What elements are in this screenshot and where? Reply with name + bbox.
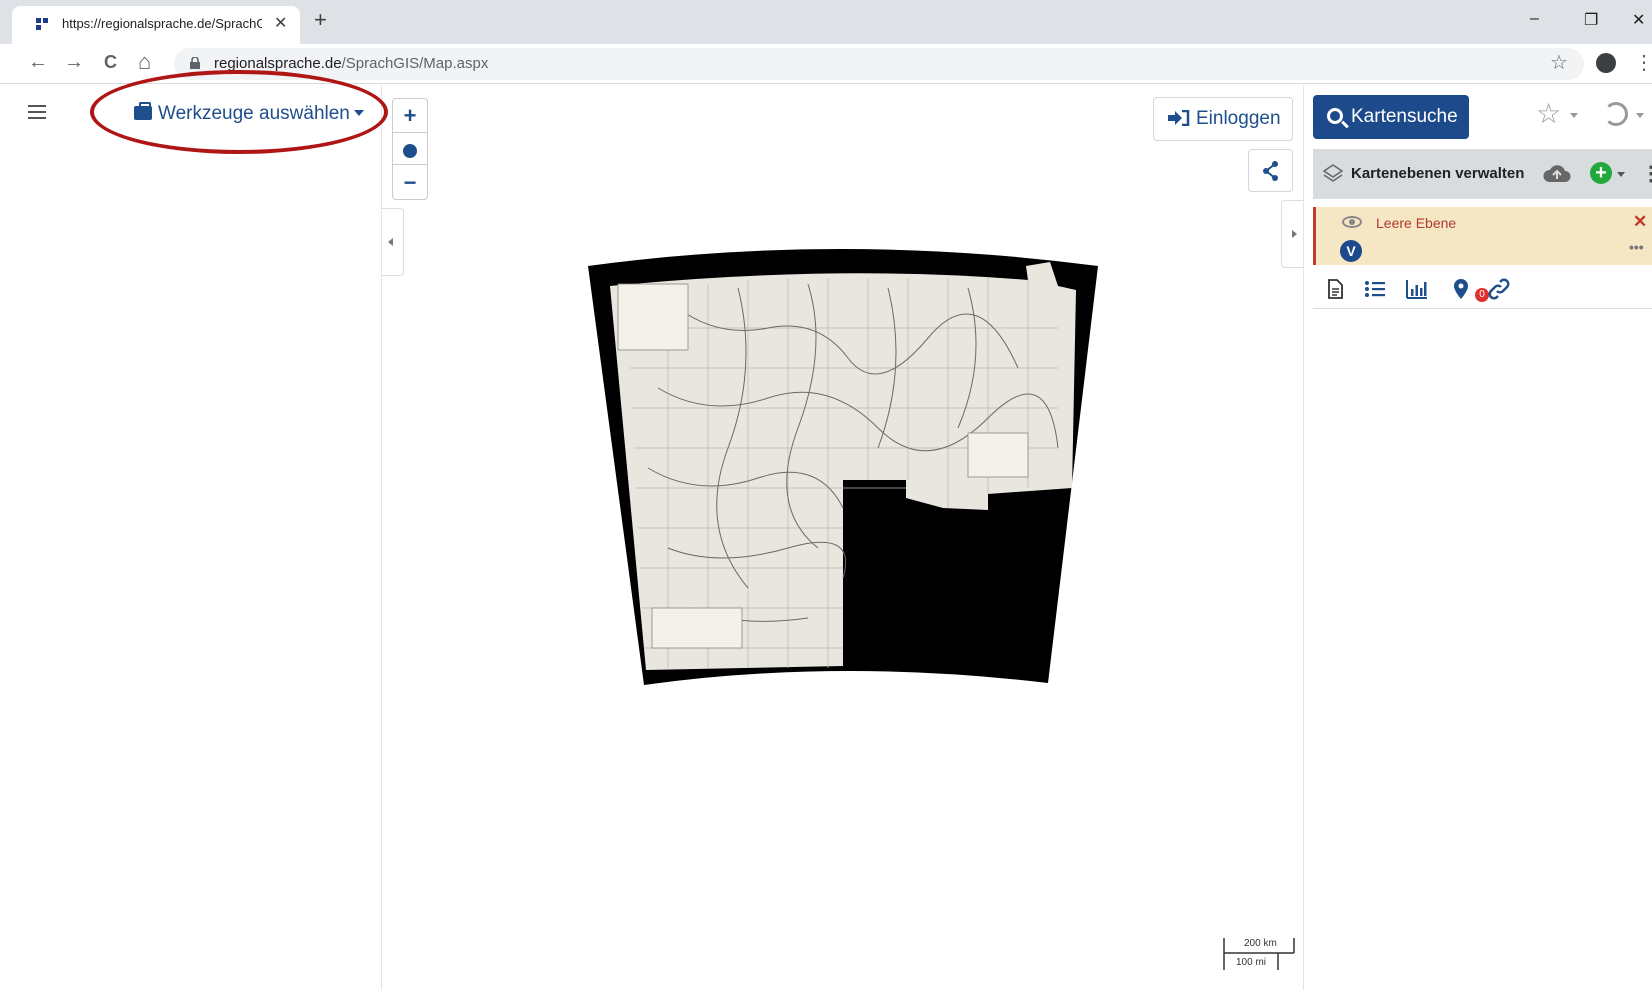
browser-tabstrip: https://regionalsprache.de/SprachGIS/Map… [0, 0, 1652, 44]
scale-bar: 200 km 100 mi [1222, 936, 1296, 972]
eye-icon[interactable] [1342, 216, 1362, 228]
layer-name: Leere Ebene [1376, 215, 1457, 231]
map-inset-box [967, 432, 1029, 478]
layer-item[interactable]: Leere Ebene ✕ V ••• [1313, 207, 1652, 265]
layers-header: Kartenebenen verwalten + ⋮ [1313, 149, 1652, 199]
profile-avatar-icon[interactable] [1596, 53, 1616, 73]
site-favicon-icon [36, 18, 52, 34]
cloud-upload-icon[interactable] [1543, 163, 1571, 183]
home-button[interactable]: ⌂ [138, 51, 151, 73]
scale-label-mi: 100 mi [1236, 957, 1267, 968]
browser-tab[interactable]: https://regionalsprache.de/SprachGIS/Map… [12, 6, 300, 44]
layer-type-badge: V [1340, 240, 1362, 262]
remove-layer-icon[interactable]: ✕ [1633, 212, 1647, 232]
document-icon[interactable] [1323, 277, 1347, 301]
url-path: /SprachGIS/Map.aspx [341, 55, 489, 72]
reload-button[interactable]: C [104, 52, 117, 72]
caret-down-icon[interactable] [1570, 113, 1578, 118]
caret-down-icon[interactable] [1636, 113, 1644, 118]
close-window-button[interactable]: ✕ [1632, 10, 1645, 30]
share-button[interactable] [1248, 149, 1293, 192]
link-icon[interactable] [1487, 277, 1511, 301]
map-canvas[interactable] [588, 248, 1098, 693]
favorites-star-icon[interactable]: ☆ [1536, 97, 1561, 130]
scale-label-km: 200 km [1244, 938, 1277, 949]
browser-menu-icon[interactable]: ⋮ [1634, 50, 1652, 75]
login-label: Einloggen [1196, 108, 1281, 129]
history-icon[interactable] [1604, 102, 1628, 126]
layer-tools-row: 0 [1313, 269, 1652, 309]
zoom-out-button[interactable]: − [393, 166, 427, 199]
tab-title: https://regionalsprache.de/SprachGIS/Map… [62, 16, 262, 31]
map-inset-box [617, 283, 689, 351]
search-icon [1327, 108, 1343, 124]
map-search-label: Kartensuche [1351, 106, 1458, 127]
layer-options-icon[interactable]: ••• [1629, 239, 1644, 255]
back-button[interactable]: ← [28, 52, 48, 72]
bookmark-star-icon[interactable]: ☆ [1550, 50, 1568, 75]
tab-close-icon[interactable]: ✕ [274, 13, 287, 33]
zoom-in-button[interactable]: + [393, 99, 427, 132]
add-layer-icon[interactable]: + [1590, 162, 1612, 184]
map-pin-icon[interactable] [1449, 277, 1473, 301]
zoom-controls: + − [392, 98, 428, 200]
login-button[interactable]: Einloggen [1153, 97, 1293, 141]
zoom-extent-button[interactable] [393, 132, 427, 165]
right-sidebar: Kartensuche ☆ Kartenebenen verwalten + ⋮… [1303, 85, 1652, 990]
layers-icon [1323, 164, 1343, 182]
hamburger-menu-icon[interactable] [28, 105, 46, 119]
highlight-annotation-ellipse [90, 70, 388, 154]
map-inset-box [651, 607, 743, 649]
collapse-left-panel-button[interactable] [382, 208, 404, 276]
share-icon [1263, 161, 1278, 181]
collapse-right-panel-button[interactable] [1281, 200, 1303, 268]
restore-button[interactable]: ❐ [1584, 10, 1598, 30]
map-search-button[interactable]: Kartensuche [1313, 95, 1469, 139]
address-bar[interactable]: regionalsprache.de/SprachGIS/Map.aspx [174, 48, 1584, 80]
lock-icon [190, 57, 200, 69]
forward-button[interactable]: → [64, 52, 84, 72]
caret-down-icon[interactable] [1617, 172, 1625, 177]
sign-in-icon [1168, 110, 1190, 126]
minimize-button[interactable]: – [1530, 10, 1539, 28]
bar-chart-icon[interactable] [1405, 277, 1429, 301]
left-sidebar: Werkzeuge auswählen [0, 85, 382, 990]
globe-icon [403, 144, 417, 158]
more-options-icon[interactable]: ⋮ [1641, 161, 1652, 186]
new-tab-button[interactable]: + [314, 9, 327, 31]
list-icon[interactable] [1363, 277, 1387, 301]
layers-title: Kartenebenen verwalten [1351, 165, 1525, 182]
